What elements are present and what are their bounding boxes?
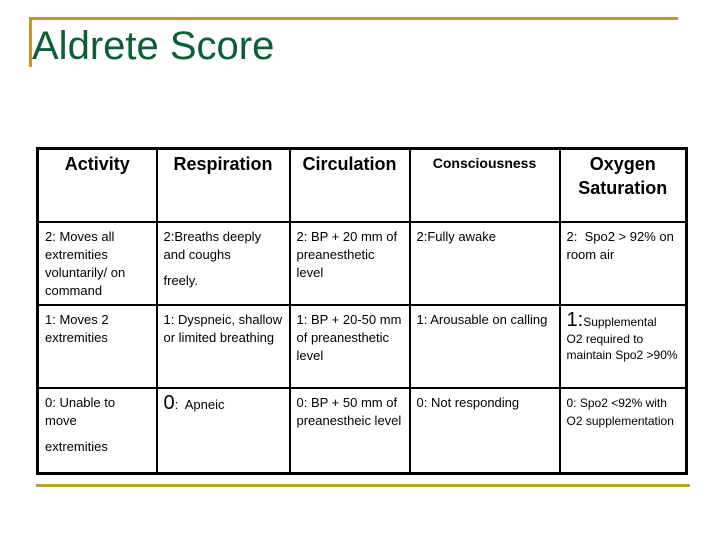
- cell-respiration: 1: Dyspneic, shallow or limited breathin…: [155, 304, 291, 389]
- cell-text: 0: Not responding: [416, 395, 520, 410]
- header-oxygen-saturation: Oxygen Saturation: [558, 147, 688, 223]
- cell-activity: 1: Moves 2 extremities: [36, 304, 158, 389]
- cell-text: Spo2 <92% with O2 supplementation: [566, 396, 674, 428]
- top-accent-line: [29, 17, 678, 20]
- header-activity: Activity: [36, 147, 158, 223]
- cell-respiration: 0: Apneic: [155, 387, 291, 475]
- header-respiration: Respiration: [155, 147, 291, 223]
- cell-text: freely.: [163, 273, 198, 288]
- slide-title: Aldrete Score: [32, 24, 275, 68]
- cell-oxygen: 0: Spo2 <92% with O2 supplementation: [558, 387, 688, 475]
- cell-text: extremities: [45, 439, 108, 454]
- cell-text: 1: BP + 20-50 mm of preanesthetic level: [296, 312, 402, 363]
- cell-text: 1: Dyspneic, shallow or limited breathin…: [163, 312, 283, 345]
- cell-oxygen: 1:Supplemental O2 required to maintain S…: [558, 304, 688, 389]
- cell-activity: 0: Unable to move extremities: [36, 387, 158, 475]
- cell-text: 0: Unable to move: [45, 395, 116, 428]
- cell-consciousness: 1: Arousable on calling: [408, 304, 561, 389]
- table-row: 1: Moves 2 extremities 1: Dyspneic, shal…: [36, 304, 688, 389]
- aldrete-score-table: Activity Respiration Circulation Conscio…: [36, 147, 688, 475]
- cell-score: 0: [163, 392, 175, 414]
- cell-text: 2:Fully awake: [416, 229, 496, 244]
- cell-score: 0:: [566, 396, 577, 410]
- cell-score: 2:: [566, 229, 578, 244]
- cell-activity: 2: Moves all extremities voluntarily/ on…: [36, 221, 158, 306]
- cell-text: 0: BP + 50 mm of preanestheic level: [296, 395, 402, 428]
- cell-text: : Apneic: [174, 397, 225, 412]
- cell-text: O2 required to maintain Spo2 >90%: [566, 332, 678, 362]
- cell-text: 2: BP + 20 mm of preanesthetic level: [296, 229, 398, 280]
- cell-circulation: 1: BP + 20-50 mm of preanesthetic level: [288, 304, 411, 389]
- table-row: 0: Unable to move extremities 0: Apneic …: [36, 387, 688, 475]
- header-oxygen-line2: Saturation: [578, 178, 668, 198]
- header-oxygen-line1: Oxygen: [589, 154, 656, 174]
- cell-text: 1: Moves 2 extremities: [45, 312, 109, 345]
- cell-score: 1:: [566, 309, 584, 331]
- cell-text: Spo2 > 92% on room air: [566, 229, 678, 262]
- bottom-accent-line: [36, 484, 690, 487]
- cell-text-small: Supplemental: [583, 315, 657, 329]
- header-circulation: Circulation: [288, 147, 411, 223]
- table-header-row: Activity Respiration Circulation Conscio…: [36, 147, 688, 223]
- cell-circulation: 0: BP + 50 mm of preanestheic level: [288, 387, 411, 475]
- cell-oxygen: 2: Spo2 > 92% on room air: [558, 221, 688, 306]
- cell-respiration: 2:Breaths deeply and coughs freely.: [155, 221, 291, 306]
- cell-text: 2: Moves all extremities voluntarily/ on…: [45, 229, 126, 298]
- cell-text: 1: Arousable on calling: [416, 312, 548, 327]
- cell-consciousness: 2:Fully awake: [408, 221, 561, 306]
- cell-consciousness: 0: Not responding: [408, 387, 561, 475]
- table-row: 2: Moves all extremities voluntarily/ on…: [36, 221, 688, 306]
- cell-text: 2:Breaths deeply and coughs: [163, 229, 262, 262]
- header-consciousness: Consciousness: [408, 147, 561, 223]
- cell-circulation: 2: BP + 20 mm of preanesthetic level: [288, 221, 411, 306]
